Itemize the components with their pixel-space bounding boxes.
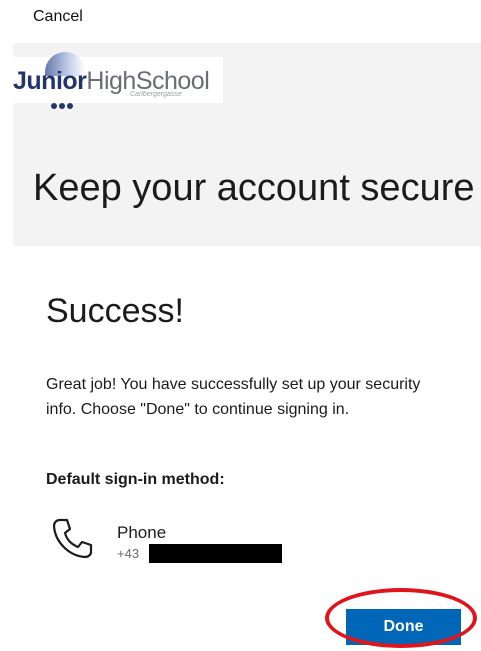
logo-subtitle: Carlbergergasse	[130, 91, 182, 98]
logo-bold-text: Junior	[13, 67, 87, 95]
school-logo: JuniorHighSchool Carlbergergasse	[13, 52, 223, 109]
cancel-link[interactable]: Cancel	[33, 8, 83, 26]
phone-number-prefix: +43	[117, 546, 140, 561]
success-message: Great job! You have successfully set up …	[46, 376, 421, 418]
default-method-label: Default sign-in method:	[46, 471, 225, 488]
redacted-phone-number	[149, 544, 282, 563]
phone-icon	[52, 518, 93, 559]
success-heading: Success!	[46, 292, 184, 330]
page-title: Keep your account secure	[33, 167, 475, 209]
done-button[interactable]: Done	[346, 609, 461, 645]
method-name: Phone	[117, 523, 167, 542]
logo-dots	[51, 96, 75, 114]
